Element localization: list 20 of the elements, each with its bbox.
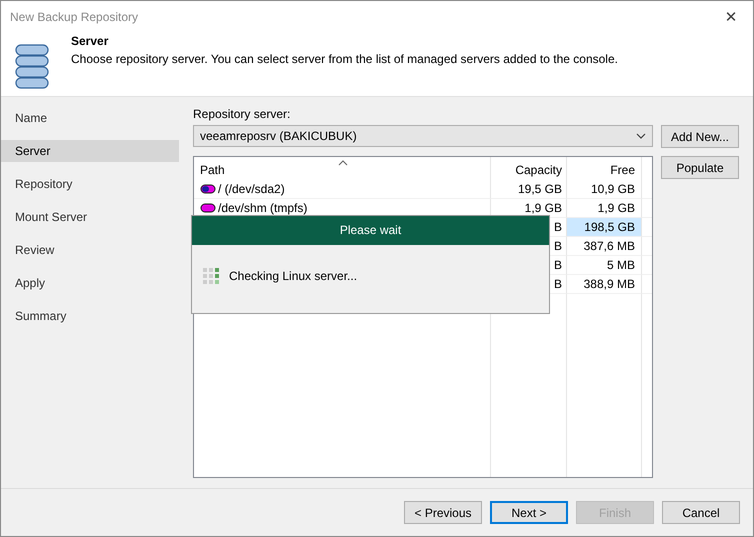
table-cell: B xyxy=(554,239,562,253)
status-message: Checking Linux server... xyxy=(229,269,358,283)
table-cell: /dev/shm (tmpfs) xyxy=(218,201,308,215)
table-cell: B xyxy=(554,277,562,291)
table-cell: 1,9 GB xyxy=(524,201,562,215)
table-cell: / (/dev/sda2) xyxy=(218,182,285,196)
table-cell: 10,9 GB xyxy=(590,182,635,196)
dialog-title: Please wait xyxy=(192,216,549,245)
table-cell: 19,5 GB xyxy=(518,182,562,196)
table-cell: 5 MB xyxy=(606,258,635,272)
table-cell: 388,9 MB xyxy=(584,277,635,291)
table-cell: B xyxy=(554,258,562,272)
page-description: Choose repository server. You can select server from the list of managed servers added to the console. xyxy=(71,52,618,66)
window-title: New Backup Repository xyxy=(10,10,138,24)
table-cell: 387,6 MB xyxy=(584,239,635,253)
page-title: Server xyxy=(71,34,110,48)
table-cell: 1,9 GB xyxy=(598,201,635,215)
table-cell: B xyxy=(554,220,562,234)
table-cell: 198,5 GB xyxy=(584,220,635,234)
field-label: Repository server: xyxy=(193,107,292,121)
